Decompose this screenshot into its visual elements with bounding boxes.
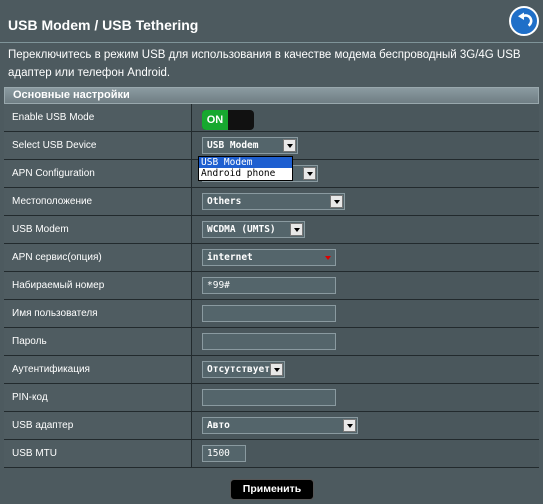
authentication-select[interactable]: Отсутствует [202,361,285,378]
row-authentication: Аутентификация Отсутствует [4,356,539,384]
apn-service-combo[interactable]: internet [202,249,336,266]
header-divider [0,42,543,43]
row-value: ON [191,104,539,131]
row-label: APN Configuration [4,160,191,187]
usb-mode-toggle[interactable]: ON [202,110,254,130]
row-value: Авто [191,412,539,439]
row-value: *99# [191,272,539,299]
usb-device-dropdown-list: USB Modem Android phone [198,156,293,181]
chevron-down-icon [330,195,343,208]
row-value: 1500 [191,440,539,467]
row-label: Набираемый номер [4,272,191,299]
row-value: WCDMA (UMTS) [191,216,539,243]
dial-number-input[interactable]: *99# [202,277,336,294]
row-usb-adapter: USB адаптер Авто [4,412,539,440]
apply-button[interactable]: Применить [230,479,314,500]
select-value: Отсутствует [207,364,270,375]
chevron-down-icon [270,363,283,376]
row-label: Аутентификация [4,356,191,383]
usb-device-select[interactable]: USB Modem [202,137,298,154]
page-header: USB Modem / USB Tethering [0,0,543,42]
row-label: Имя пользователя [4,300,191,327]
row-label: PIN-код [4,384,191,411]
chevron-down-icon [303,167,316,180]
row-value: Отсутствует [191,356,539,383]
chevron-down-icon [290,223,303,236]
section-header: Основные настройки [4,87,539,104]
pin-input[interactable] [202,389,336,406]
row-label: Пароль [4,328,191,355]
row-usb-modem: USB Modem WCDMA (UMTS) [4,216,539,244]
select-value: WCDMA (UMTS) [207,224,276,235]
usb-modem-select[interactable]: WCDMA (UMTS) [202,221,305,238]
select-value: USB Modem [207,140,259,151]
row-pin: PIN-код [4,384,539,412]
row-dial-number: Набираемый номер *99# [4,272,539,300]
page-title: USB Modem / USB Tethering [8,17,199,33]
select-value: Others [207,196,242,207]
row-label: USB MTU [4,440,191,467]
chevron-down-icon[interactable] [321,251,334,264]
location-select[interactable]: Others [202,193,345,210]
select-value: internet [207,252,253,263]
dropdown-option-android-phone[interactable]: Android phone [199,168,292,179]
row-enable-usb-mode: Enable USB Mode ON [4,104,539,132]
chevron-down-icon [343,419,356,432]
row-value [191,384,539,411]
row-value: USB Modem [191,132,539,159]
toggle-on-label: ON [202,110,228,130]
row-apn-service: APN сервис(опция) internet [4,244,539,272]
row-location: Местоположение Others [4,188,539,216]
page-description: Переключитесь в режим USB для использова… [8,49,521,79]
row-label: APN сервис(опция) [4,244,191,271]
usb-mtu-input[interactable]: 1500 [202,445,246,462]
row-password: Пароль [4,328,539,356]
row-usb-mtu: USB MTU 1500 [4,440,539,468]
back-arrow-icon [518,12,533,27]
row-value: Others [191,188,539,215]
row-label: USB Modem [4,216,191,243]
row-username: Имя пользователя [4,300,539,328]
password-input[interactable] [202,333,336,350]
back-button[interactable] [509,6,539,36]
row-value: internet [191,244,539,271]
username-input[interactable] [202,305,336,322]
row-value [191,300,539,327]
dropdown-option-usb-modem[interactable]: USB Modem [199,157,292,168]
chevron-down-icon [283,139,296,152]
row-label: Select USB Device [4,132,191,159]
row-value [191,328,539,355]
usb-adapter-select[interactable]: Авто [202,417,358,434]
row-label: USB адаптер [4,412,191,439]
select-value: Авто [207,420,230,431]
row-label: Enable USB Mode [4,104,191,131]
row-label: Местоположение [4,188,191,215]
